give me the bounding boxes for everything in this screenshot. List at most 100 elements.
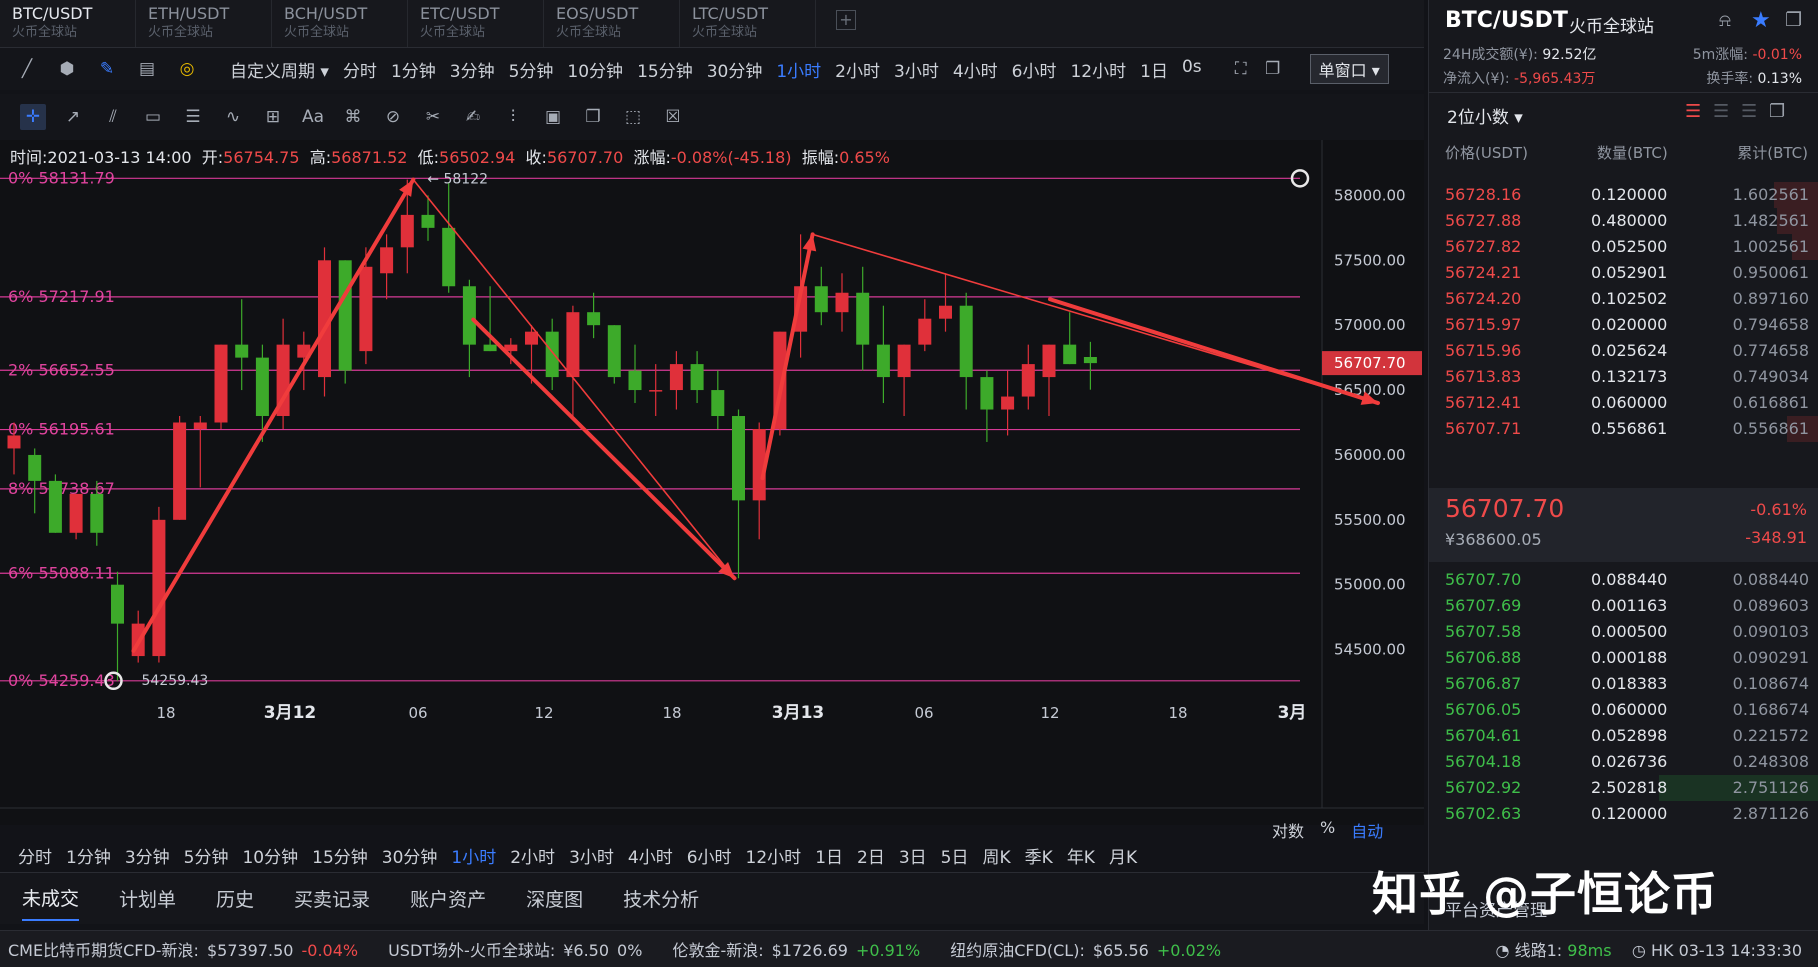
indicator-icon[interactable]: ◎ (174, 56, 200, 82)
period-3[interactable]: 5分钟 (509, 57, 554, 82)
custom-period-dropdown[interactable]: 自定义周期 ▾ (230, 57, 329, 82)
window-mode-dropdown[interactable]: 单窗口 ▾ (1309, 54, 1389, 84)
last-change: -348.91 (1745, 528, 1807, 547)
bottom-period-19[interactable]: 年K (1067, 843, 1095, 868)
order-tab-1[interactable]: 计划单 (119, 885, 176, 912)
ticker-item[interactable]: USDT场外-火币全球站: ¥6.50 0% (388, 937, 642, 961)
copy-icon[interactable]: ❐ (580, 104, 606, 130)
auto-scale-toggle[interactable]: 自动 (1351, 818, 1383, 842)
last-price-cny: ¥368600.05 (1445, 530, 1542, 549)
period-5[interactable]: 15分钟 (637, 57, 693, 82)
bottom-period-3[interactable]: 5分钟 (184, 843, 229, 868)
fib-icon[interactable]: ☰ (180, 104, 206, 130)
settings-icon[interactable]: ⬢ (54, 56, 80, 82)
brush-icon[interactable]: ✍ (460, 104, 486, 130)
order-tab-3[interactable]: 买卖记录 (294, 885, 370, 912)
bottom-period-7[interactable]: 1小时 (451, 843, 496, 868)
bottom-period-1[interactable]: 1分钟 (66, 843, 111, 868)
bottom-period-14[interactable]: 2日 (857, 843, 885, 868)
asks-only-icon[interactable]: ☰ (1741, 101, 1757, 122)
bids-only-icon[interactable]: ☰ (1713, 101, 1729, 122)
text-icon[interactable]: Aa (300, 104, 326, 130)
period-8[interactable]: 2小时 (835, 57, 880, 82)
period-6[interactable]: 30分钟 (707, 57, 763, 82)
order-tab-6[interactable]: 技术分析 (623, 885, 699, 912)
bottom-period-5[interactable]: 15分钟 (312, 843, 368, 868)
period-13[interactable]: 1日 (1140, 57, 1168, 82)
bottom-period-6[interactable]: 30分钟 (382, 843, 438, 868)
symbol-tab[interactable]: ETC/USDT 火币全球站 (408, 0, 544, 47)
symbol-tab[interactable]: ETH/USDT 火币全球站 (136, 0, 272, 47)
bottom-period-8[interactable]: 2小时 (510, 843, 555, 868)
period-7[interactable]: 1小时 (776, 57, 821, 82)
order-tab-0[interactable]: 未成交 (22, 884, 80, 921)
add-tab-button[interactable]: + (836, 10, 856, 30)
ticker-item[interactable]: 纽约原油CFD(CL): $65.56 +0.02% (950, 937, 1221, 961)
bottom-period-13[interactable]: 1日 (815, 843, 843, 868)
trash-icon[interactable]: ☒ (660, 104, 686, 130)
bottom-period-20[interactable]: 月K (1109, 843, 1137, 868)
candle-body (545, 331, 559, 378)
symbol-tab[interactable]: BTC/USDT 火币全球站 (0, 0, 136, 47)
percent-scale-toggle[interactable]: % (1320, 818, 1335, 842)
crosshair-icon[interactable]: ✛ (20, 104, 46, 130)
bottom-period-12[interactable]: 12小时 (746, 843, 802, 868)
period-14[interactable]: 0s (1182, 57, 1202, 82)
measure-icon[interactable]: ⊞ (260, 104, 286, 130)
bottom-period-16[interactable]: 5日 (941, 843, 969, 868)
ask-row[interactable]: 56707.71 0.556861 0.556861 (1429, 414, 1818, 444)
bottom-period-9[interactable]: 3小时 (569, 843, 614, 868)
ticker-item[interactable]: 伦敦金-新浪: $1726.69 +0.91% (672, 937, 920, 961)
bell-icon[interactable]: ⍾ (1719, 10, 1731, 31)
ask-cum: 0.794658 (1732, 315, 1809, 334)
log-scale-toggle[interactable]: 对数 (1272, 818, 1304, 842)
star-icon[interactable]: ★ (1751, 8, 1771, 33)
symbol-tab[interactable]: BCH/USDT 火币全球站 (272, 0, 408, 47)
bottom-period-17[interactable]: 周K (983, 843, 1011, 868)
parallel-lines-icon[interactable]: ⫽ (100, 104, 126, 130)
fullscreen-icon[interactable]: ⛶ (1228, 56, 1254, 82)
bid-row[interactable]: 56702.63 0.120000 2.871126 (1429, 799, 1818, 829)
ticker-item[interactable]: CME比特币期货CFD-新浪: $57397.50 -0.04% (8, 937, 358, 961)
period-10[interactable]: 4小时 (953, 57, 998, 82)
period-4[interactable]: 10分钟 (567, 57, 623, 82)
bottom-period-11[interactable]: 6小时 (687, 843, 732, 868)
lock-icon[interactable]: ▣ (540, 104, 566, 130)
period-1[interactable]: 1分钟 (391, 57, 436, 82)
period-2[interactable]: 3分钟 (450, 57, 495, 82)
period-0[interactable]: 分时 (343, 57, 377, 82)
candle-tool-icon[interactable]: ⫶ (500, 104, 526, 130)
bottom-period-15[interactable]: 3日 (899, 843, 927, 868)
ask-cum: 1.602561 (1732, 185, 1809, 204)
expand-icon[interactable]: ❐ (1769, 101, 1785, 122)
wave-icon[interactable]: ∿ (220, 104, 246, 130)
bottom-period-0[interactable]: 分时 (18, 843, 52, 868)
pencil-icon[interactable]: ✎ (94, 56, 120, 82)
period-9[interactable]: 3小时 (894, 57, 939, 82)
screenshot-icon[interactable]: ⬚ (620, 104, 646, 130)
chart-type-icon[interactable]: ╱ (14, 56, 40, 82)
order-tab-2[interactable]: 历史 (216, 885, 254, 912)
bottom-period-10[interactable]: 4小时 (628, 843, 673, 868)
order-tab-5[interactable]: 深度图 (526, 885, 583, 912)
popout-icon[interactable]: ❐ (1260, 56, 1286, 82)
both-sides-icon[interactable]: ☰ (1685, 101, 1701, 122)
pattern-icon[interactable]: ⌘ (340, 104, 366, 130)
rectangle-icon[interactable]: ▭ (140, 104, 166, 130)
bottom-period-4[interactable]: 10分钟 (242, 843, 298, 868)
symbol-tab[interactable]: EOS/USDT 火币全球站 (544, 0, 680, 47)
popout-icon[interactable]: ❐ (1785, 9, 1802, 31)
period-12[interactable]: 12小时 (1070, 57, 1126, 82)
candlestick-chart[interactable]: 54500.0055000.0055500.0056000.0056500.00… (0, 140, 1424, 825)
trendline-icon[interactable]: ↗ (60, 104, 86, 130)
save-icon[interactable]: ▤ (134, 56, 160, 82)
symbol-tab[interactable]: LTC/USDT 火币全球站 (680, 0, 816, 47)
order-tab-4[interactable]: 账户资产 (410, 885, 486, 912)
candle-body (959, 305, 973, 378)
ruler-icon[interactable]: ✂ (420, 104, 446, 130)
magnet-icon[interactable]: ⊘ (380, 104, 406, 130)
decimals-dropdown[interactable]: 2位小数 ▾ (1447, 103, 1523, 128)
bottom-period-18[interactable]: 季K (1025, 843, 1053, 868)
bottom-period-2[interactable]: 3分钟 (125, 843, 170, 868)
period-11[interactable]: 6小时 (1012, 57, 1057, 82)
